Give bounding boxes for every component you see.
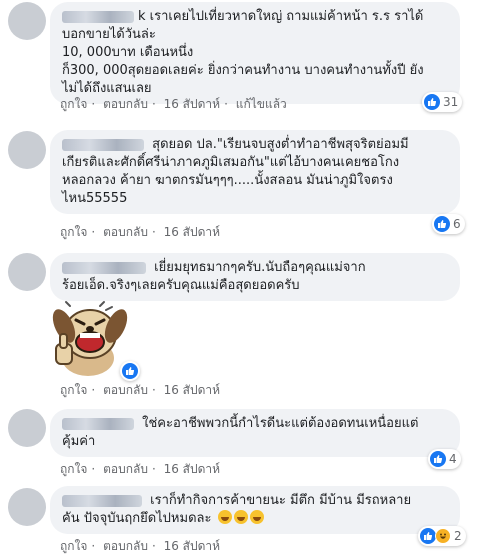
reaction-summary[interactable]: 2 <box>418 526 466 546</box>
author-name[interactable] <box>62 138 144 151</box>
avatar[interactable] <box>8 2 46 40</box>
timestamp[interactable]: 16 สัปดาห์ <box>164 462 220 476</box>
reply-link[interactable]: ตอบกลับ <box>103 225 148 239</box>
comment-actions: ถูกใจ · ตอบกลับ · 16 สัปดาห์ <box>60 539 221 553</box>
comment-actions: ถูกใจ · ตอบกลับ · 16 สัปดาห์ · แก้ไขแล้ว <box>60 97 287 111</box>
author-name[interactable] <box>62 261 146 274</box>
avatar[interactable] <box>8 409 46 447</box>
comment-thread: k เราเคยไปเที่ยวหาดใหญ่ ถามแม่ค้าหน้า ร.… <box>0 0 497 557</box>
grinning-face-icon <box>233 510 248 524</box>
comment-text-line: ร้อยเอ็ด.จริงๆเลยครับคุณแม่คือสุดยอดครับ <box>62 278 300 293</box>
author-name[interactable] <box>62 417 134 430</box>
timestamp[interactable]: 16 สัปดาห์ <box>164 383 220 397</box>
comment-text-line: ไหน55555 <box>62 191 128 206</box>
comment-bubble: ใช่คะอาชีพพวกนี้กำไรดีนะแต่ต้องอดทนเหนื่… <box>50 409 460 457</box>
avatar[interactable] <box>8 253 46 291</box>
comment-bubble: เยี่ยมยุทธมากๆครับ.นับถือๆคุณแม่จาก ร้อย… <box>50 253 460 301</box>
thumbs-up-dog-sticker <box>40 300 132 380</box>
comment-bubble: สุดยอด ปล."เรียนจบสูงต่ำทำอาชีพสุจริตย่อ… <box>50 130 460 214</box>
reaction-summary[interactable]: 6 <box>432 214 465 234</box>
reaction-count: 31 <box>443 95 459 109</box>
author-name[interactable] <box>62 494 142 507</box>
comment-text-line: เยี่ยมยุทธมากๆครับ.นับถือๆคุณแม่จาก <box>154 260 366 275</box>
timestamp[interactable]: 16 สัปดาห์ <box>164 97 220 111</box>
comment-text-line: 10, 000บาท เดือนหนึ่ง <box>62 45 194 60</box>
grinning-face-icon <box>217 510 232 524</box>
comment-actions: ถูกใจ · ตอบกลับ · 16 สัปดาห์ <box>60 383 221 397</box>
like-link[interactable]: ถูกใจ <box>60 539 87 553</box>
comment-text-line: บอกขายได้วันล่ะ <box>62 27 156 42</box>
avatar[interactable] <box>8 488 46 526</box>
reply-link[interactable]: ตอบกลับ <box>103 383 148 397</box>
avatar[interactable] <box>8 131 46 169</box>
comment-text-line: คัน ปัจจุบันฤกยึดไปหมดละ <box>62 511 212 526</box>
haha-icon <box>435 528 451 544</box>
comment-bubble: เราก็ทำกิจการค้าขายนะ มีตึก มีบ้าน มีรถห… <box>50 486 460 534</box>
edited-label[interactable]: แก้ไขแล้ว <box>236 97 287 111</box>
comment-actions: ถูกใจ · ตอบกลับ · 16 สัปดาห์ <box>60 462 221 476</box>
reply-link[interactable]: ตอบกลับ <box>103 462 148 476</box>
like-icon <box>122 363 138 379</box>
comment-text-line: คุ้มค่า <box>62 434 96 449</box>
reaction-summary[interactable] <box>120 361 140 381</box>
reaction-summary[interactable]: 4 <box>428 449 461 469</box>
comment-text-line: เกียรติและศักดิ์ศรีน่าภาคภูมิเสมอกัน"แต่… <box>62 155 400 170</box>
comment-text-line: สุดยอด ปล."เรียนจบสูงต่ำทำอาชีพสุจริตย่อ… <box>152 137 409 152</box>
comment-text-line: เราก็ทำกิจการค้าขายนะ มีตึก มีบ้าน มีรถห… <box>150 493 412 508</box>
comment-text-line: ก็300, 000สุดยอดเลยค่ะ ยิ่งกว่าคนทำงาน บ… <box>62 63 424 78</box>
grinning-face-icon <box>249 510 264 524</box>
comment-text-line: ใช่คะอาชีพพวกนี้กำไรดีนะแต่ต้องอดทนเหนื่… <box>142 416 419 431</box>
like-link[interactable]: ถูกใจ <box>60 462 87 476</box>
reaction-count: 4 <box>449 452 457 466</box>
reaction-count: 6 <box>453 217 461 231</box>
comment-text-line: เราเคยไปเที่ยวหาดใหญ่ ถามแม่ค้าหน้า ร.ร … <box>149 9 424 24</box>
comment-actions: ถูกใจ · ตอบกลับ · 16 สัปดาห์ <box>60 225 221 239</box>
comment-text-line: หลอกลวง ค้ายา ฆาตกรมันๆๆๆ.....นั้งสลอน ม… <box>62 173 393 188</box>
like-link[interactable]: ถูกใจ <box>60 225 87 239</box>
timestamp[interactable]: 16 สัปดาห์ <box>164 225 220 239</box>
comment-bubble: k เราเคยไปเที่ยวหาดใหญ่ ถามแม่ค้าหน้า ร.… <box>50 2 460 104</box>
author-name[interactable] <box>62 10 134 23</box>
like-link[interactable]: ถูกใจ <box>60 97 87 111</box>
author-suffix: k <box>138 9 146 24</box>
reaction-summary[interactable]: 31 <box>422 92 463 112</box>
reply-link[interactable]: ตอบกลับ <box>103 539 148 553</box>
like-icon <box>434 216 450 232</box>
like-icon <box>424 94 440 110</box>
like-link[interactable]: ถูกใจ <box>60 383 87 397</box>
reply-link[interactable]: ตอบกลับ <box>103 97 148 111</box>
timestamp[interactable]: 16 สัปดาห์ <box>164 539 220 553</box>
like-icon <box>420 528 436 544</box>
reaction-count: 2 <box>454 529 462 543</box>
like-icon <box>430 451 446 467</box>
